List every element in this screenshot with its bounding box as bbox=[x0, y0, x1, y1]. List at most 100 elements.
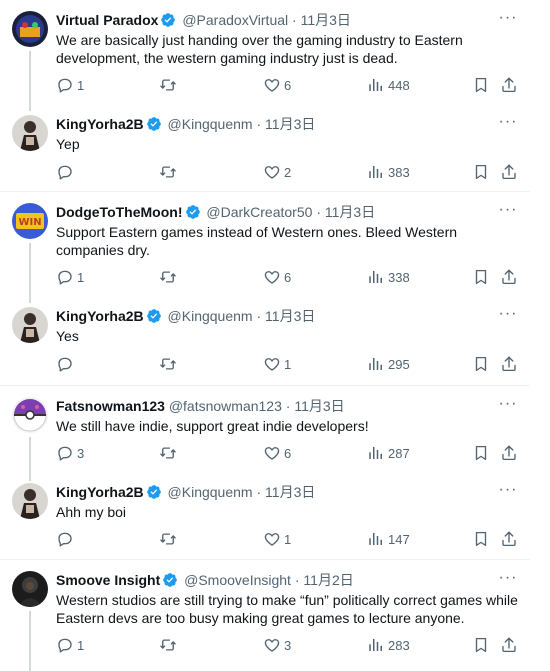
divider bbox=[0, 191, 530, 192]
views-icon bbox=[367, 636, 385, 654]
retweet-button[interactable] bbox=[159, 75, 180, 95]
display-name[interactable]: Smoove Insight bbox=[56, 572, 160, 588]
tweet[interactable]: WIN DodgeToTheMoon! @DarkCreator50 · 11月… bbox=[0, 202, 530, 303]
tweet-date[interactable]: 11月3日 bbox=[301, 12, 351, 28]
avatar[interactable] bbox=[12, 571, 48, 607]
tweet-date[interactable]: 11月3日 bbox=[325, 204, 375, 220]
reply-button[interactable]: 1 bbox=[56, 635, 84, 655]
user-handle[interactable]: @SmooveInsight bbox=[184, 572, 291, 588]
like-button[interactable]: 6 bbox=[263, 267, 291, 287]
avatar[interactable] bbox=[12, 307, 48, 343]
verified-badge-icon bbox=[185, 204, 201, 220]
more-icon[interactable]: ··· bbox=[498, 306, 518, 325]
like-button[interactable]: 6 bbox=[263, 443, 291, 463]
share-icon bbox=[500, 530, 518, 548]
like-button[interactable]: 6 bbox=[263, 75, 291, 95]
share-button[interactable] bbox=[500, 443, 518, 463]
retweet-button[interactable] bbox=[159, 267, 180, 287]
more-icon[interactable]: ··· bbox=[498, 396, 518, 415]
retweet-button[interactable] bbox=[159, 162, 180, 182]
user-handle[interactable]: @Kingquenm bbox=[168, 308, 253, 324]
reply-button[interactable] bbox=[56, 162, 77, 182]
views-button[interactable]: 287 bbox=[367, 443, 410, 463]
separator-dot: · bbox=[256, 308, 262, 324]
retweet-button[interactable] bbox=[159, 443, 180, 463]
display-name[interactable]: Virtual Paradox bbox=[56, 12, 158, 28]
views-button[interactable]: 147 bbox=[367, 529, 410, 549]
share-button[interactable] bbox=[500, 162, 518, 182]
bookmark-button[interactable] bbox=[472, 354, 490, 374]
tweet[interactable]: Fatsnowman123 @fatsnowman123 · 11月3日 ···… bbox=[0, 396, 530, 481]
more-icon[interactable]: ··· bbox=[498, 114, 518, 133]
like-button[interactable]: 1 bbox=[263, 529, 291, 549]
like-button[interactable]: 2 bbox=[263, 162, 291, 182]
views-button[interactable]: 338 bbox=[367, 267, 410, 287]
views-button[interactable]: 448 bbox=[367, 75, 410, 95]
share-button[interactable] bbox=[500, 75, 518, 95]
views-button[interactable]: 383 bbox=[367, 162, 410, 182]
bookmark-button[interactable] bbox=[472, 443, 490, 463]
views-button[interactable]: 295 bbox=[367, 354, 410, 374]
separator-dot: · bbox=[294, 572, 300, 588]
bookmark-button[interactable] bbox=[472, 162, 490, 182]
tweet-date[interactable]: 11月3日 bbox=[265, 484, 315, 500]
tweet-date[interactable]: 11月3日 bbox=[294, 398, 344, 414]
tweet-date[interactable]: 11月3日 bbox=[265, 116, 315, 132]
share-button[interactable] bbox=[500, 635, 518, 655]
user-handle[interactable]: @Kingquenm bbox=[168, 484, 253, 500]
retweet-button[interactable] bbox=[159, 635, 180, 655]
reply-button[interactable]: 1 bbox=[56, 267, 84, 287]
display-name[interactable]: Fatsnowman123 bbox=[56, 398, 165, 414]
separator-dot: · bbox=[292, 12, 297, 28]
display-name[interactable]: KingYorha2B bbox=[56, 308, 144, 324]
bookmark-button[interactable] bbox=[472, 529, 490, 549]
share-icon bbox=[500, 355, 518, 373]
views-icon bbox=[367, 163, 385, 181]
retweet-button[interactable] bbox=[159, 354, 180, 374]
more-icon[interactable]: ··· bbox=[498, 202, 518, 221]
more-icon[interactable]: ··· bbox=[498, 10, 518, 29]
tweet[interactable]: Smoove Insight @SmooveInsight · 11月2日 ··… bbox=[0, 570, 530, 671]
reply-button[interactable]: 3 bbox=[56, 443, 84, 463]
share-button[interactable] bbox=[500, 529, 518, 549]
avatar[interactable] bbox=[12, 397, 48, 433]
bookmark-button[interactable] bbox=[472, 267, 490, 287]
like-button[interactable]: 3 bbox=[263, 635, 291, 655]
avatar[interactable] bbox=[12, 483, 48, 519]
tweet[interactable]: KingYorha2B @Kingquenm · 11月3日 ··· Yep 2… bbox=[0, 114, 530, 185]
avatar[interactable] bbox=[12, 11, 48, 47]
like-icon bbox=[263, 268, 281, 286]
bookmark-button[interactable] bbox=[472, 75, 490, 95]
retweet-button[interactable] bbox=[159, 529, 180, 549]
avatar[interactable]: WIN bbox=[12, 203, 48, 239]
share-button[interactable] bbox=[500, 354, 518, 374]
share-button[interactable] bbox=[500, 267, 518, 287]
user-handle[interactable]: @DarkCreator50 bbox=[206, 204, 312, 220]
display-name[interactable]: KingYorha2B bbox=[56, 484, 144, 500]
display-name[interactable]: KingYorha2B bbox=[56, 116, 144, 132]
reply-button[interactable] bbox=[56, 354, 77, 374]
tweet-date[interactable]: 11月2日 bbox=[303, 572, 353, 588]
tweet[interactable]: Virtual Paradox @ParadoxVirtual · 11月3日 … bbox=[0, 10, 530, 111]
bookmark-button[interactable] bbox=[472, 635, 490, 655]
tweet[interactable]: KingYorha2B @Kingquenm · 11月3日 ··· Ahh m… bbox=[0, 482, 530, 553]
retweet-icon bbox=[159, 530, 177, 548]
views-button[interactable]: 283 bbox=[367, 635, 410, 655]
more-icon[interactable]: ··· bbox=[498, 482, 518, 501]
user-handle[interactable]: @Kingquenm bbox=[168, 116, 253, 132]
like-icon bbox=[263, 355, 281, 373]
tweet-date[interactable]: 11月3日 bbox=[265, 308, 315, 324]
reply-icon bbox=[56, 636, 74, 654]
display-name[interactable]: DodgeToTheMoon! bbox=[56, 204, 183, 220]
more-icon[interactable]: ··· bbox=[498, 570, 518, 589]
user-handle[interactable]: @fatsnowman123 bbox=[169, 398, 282, 414]
retweet-icon bbox=[159, 76, 177, 94]
reply-button[interactable]: 1 bbox=[56, 75, 84, 95]
reply-button[interactable] bbox=[56, 529, 77, 549]
tweet[interactable]: KingYorha2B @Kingquenm · 11月3日 ··· Yes 1… bbox=[0, 306, 530, 377]
like-button[interactable]: 1 bbox=[263, 354, 291, 374]
views-icon bbox=[367, 76, 385, 94]
avatar[interactable] bbox=[12, 115, 48, 151]
reply-count: 1 bbox=[77, 637, 85, 653]
user-handle[interactable]: @ParadoxVirtual bbox=[182, 12, 288, 28]
